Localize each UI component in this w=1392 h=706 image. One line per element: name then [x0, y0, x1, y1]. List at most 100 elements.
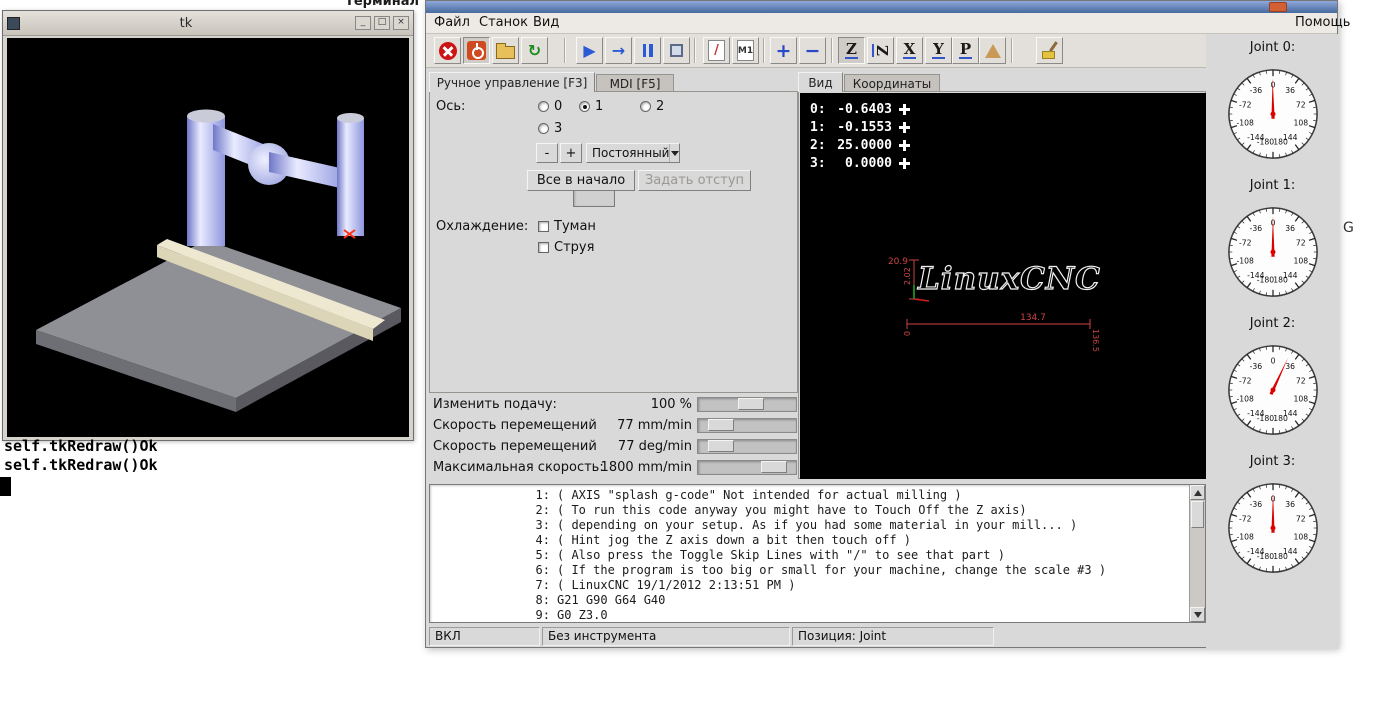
jog-mode-select[interactable]: Постоянный — [586, 143, 680, 163]
toggle-skip-lines-button[interactable]: / — [703, 37, 730, 64]
scroll-up-button[interactable] — [1190, 485, 1205, 500]
arrow-up-icon — [1193, 489, 1202, 496]
axis-label: Ось: — [436, 99, 466, 114]
zoom-in-button[interactable]: + — [770, 37, 797, 64]
gcode-line[interactable]: 7: ( LinuxCNC 19/1/2012 2:13:51 PM ) — [430, 578, 1188, 593]
slider[interactable] — [697, 439, 797, 454]
gcode-line[interactable]: 1: ( AXIS "splash g-code" Not intended fo… — [430, 488, 1188, 503]
toggle-optional-pause-button[interactable]: M1 — [732, 37, 759, 64]
gcode-listing[interactable]: 1: ( AXIS "splash g-code" Not intended fo… — [429, 484, 1206, 623]
gcode-line[interactable]: 9: G0 Z3.0 — [430, 608, 1188, 622]
tab-preview[interactable]: Вид — [798, 72, 843, 92]
view-x-button[interactable]: X — [896, 37, 923, 64]
slider[interactable] — [697, 460, 797, 475]
svg-text:72: 72 — [1295, 376, 1305, 385]
flood-checkbox[interactable] — [538, 242, 549, 253]
gcode-line[interactable]: 3: ( depending on your setup. As if you h… — [430, 518, 1188, 533]
gauge-joint2: 0 36 72 108 144 180 -180 -144 -108 -72 -36 — [1227, 344, 1319, 436]
axis-radio-2-label[interactable]: 2 — [656, 99, 664, 114]
jog-minus-button[interactable]: - — [536, 143, 558, 163]
toolbar-separator — [1011, 38, 1013, 63]
slider-row: Скорость перемещений 77 mm/min — [429, 416, 798, 436]
slider[interactable] — [697, 397, 797, 412]
toolbar: ↻ ▶ → / M1 + − Z Z X Y P — [426, 34, 1337, 68]
pause-button[interactable] — [634, 37, 661, 64]
run-from-line-button[interactable]: → — [605, 37, 632, 64]
svg-text:-108: -108 — [1236, 257, 1254, 266]
menu-file[interactable]: Файл — [434, 15, 470, 30]
coolant-label: Охлаждение: — [436, 219, 529, 234]
pyvcp-panel: Joint 0: 0 36 72 108 144 180 -180 -144 -108 -72 -3… — [1206, 34, 1339, 649]
clear-plot-button[interactable] — [1036, 37, 1063, 64]
run-button[interactable]: ▶ — [576, 37, 603, 64]
abort-icon — [438, 41, 457, 60]
slider-thumb[interactable] — [738, 398, 764, 410]
jog-plus-button[interactable]: + — [560, 143, 582, 163]
tab-dro[interactable]: Координаты — [844, 74, 940, 92]
svg-text:108: 108 — [1293, 395, 1308, 404]
zoom-in-icon: + — [775, 39, 792, 62]
vismach-3d-view[interactable] — [7, 38, 409, 437]
svg-text:-144: -144 — [1247, 133, 1265, 142]
minimize-button[interactable]: _ — [355, 16, 371, 30]
gcode-line-text: ( AXIS "splash g-code" Not intended for … — [557, 488, 962, 502]
slider-label: Скорость перемещений — [433, 418, 597, 433]
svg-text:-36: -36 — [1249, 224, 1262, 233]
touch-off-button[interactable]: Задать отступ — [638, 170, 751, 191]
scrollbar-thumb[interactable] — [1191, 501, 1204, 528]
terminal-cursor — [0, 477, 11, 496]
gcode-line[interactable]: 4: ( Hint jog the Z axis down a bit then … — [430, 533, 1188, 548]
rotate-view-button[interactable] — [979, 37, 1006, 64]
svg-text:-144: -144 — [1247, 271, 1265, 280]
axis-radio-3[interactable] — [538, 123, 549, 134]
scroll-down-button[interactable] — [1190, 607, 1205, 622]
stop-button[interactable] — [663, 37, 690, 64]
tab-mdi[interactable]: MDI [F5] — [596, 74, 674, 92]
tab-manual-control[interactable]: Ручное управление [F3] — [429, 72, 595, 92]
axis-titlebar[interactable] — [426, 1, 1337, 13]
axis-radio-3-label[interactable]: 3 — [554, 121, 562, 136]
extents-dimensions: 20.9 2.02 134.7 0 136.5 — [888, 257, 1100, 352]
open-file-button[interactable] — [492, 37, 519, 64]
machine-power-button[interactable] — [463, 37, 490, 64]
reload-button[interactable]: ↻ — [521, 37, 548, 64]
close-button[interactable]: × — [393, 16, 409, 30]
axis-radio-0[interactable] — [538, 101, 549, 112]
background-text: G — [1343, 220, 1354, 236]
axis-radio-0-label[interactable]: 0 — [554, 99, 562, 114]
abort-button[interactable] — [434, 37, 461, 64]
axis-radio-1[interactable] — [579, 101, 590, 112]
axis-radio-1-label[interactable]: 1 — [595, 99, 603, 114]
menu-machine[interactable]: Станок — [479, 15, 528, 30]
axis-radio-2[interactable] — [640, 101, 651, 112]
gcode-line[interactable]: 2: ( To run this code anyway you might ha… — [430, 503, 1188, 518]
dim-y-offset: 2.02 — [903, 267, 912, 285]
gcode-line[interactable]: 6: ( If the program is too big or small f… — [430, 563, 1188, 578]
gcode-scrollbar[interactable] — [1189, 485, 1205, 622]
status-tool: Без инструмента — [542, 627, 790, 646]
m1-icon: M1 — [737, 40, 754, 61]
flood-checkbox-label[interactable]: Струя — [554, 240, 594, 255]
mist-checkbox[interactable] — [538, 221, 549, 232]
slider[interactable] — [697, 418, 797, 433]
tk-titlebar[interactable]: tk _ □ × — [3, 11, 413, 36]
backplot-view[interactable]: 0: -0.6403 1: -0.1553 2: 25.0000 3: 0.0000 Linu… — [800, 93, 1206, 479]
mist-checkbox-label[interactable]: Туман — [554, 219, 596, 234]
slider-thumb[interactable] — [708, 419, 734, 431]
slider-thumb[interactable] — [708, 440, 734, 452]
close-button[interactable] — [1269, 2, 1287, 12]
zoom-out-button[interactable]: − — [799, 37, 826, 64]
gcode-line[interactable]: 5: ( Also press the Toggle Skip Lines wit… — [430, 548, 1188, 563]
gcode-line[interactable]: 8: G21 G90 G64 G40 — [430, 593, 1188, 608]
menu-view[interactable]: Вид — [533, 15, 559, 30]
view-z-rotated-button[interactable]: Z — [867, 37, 894, 64]
slider-thumb[interactable] — [761, 461, 787, 473]
gcode-line-number: 8: — [535, 593, 550, 607]
maximize-button[interactable]: □ — [374, 16, 390, 30]
view-z-button[interactable]: Z — [838, 37, 865, 64]
view-perspective-button[interactable]: P — [952, 37, 979, 64]
open-folder-icon — [496, 42, 515, 59]
view-y-button[interactable]: Y — [925, 37, 952, 64]
menu-help[interactable]: Помощь — [1295, 15, 1350, 30]
home-all-button[interactable]: Все в начало — [527, 170, 635, 191]
